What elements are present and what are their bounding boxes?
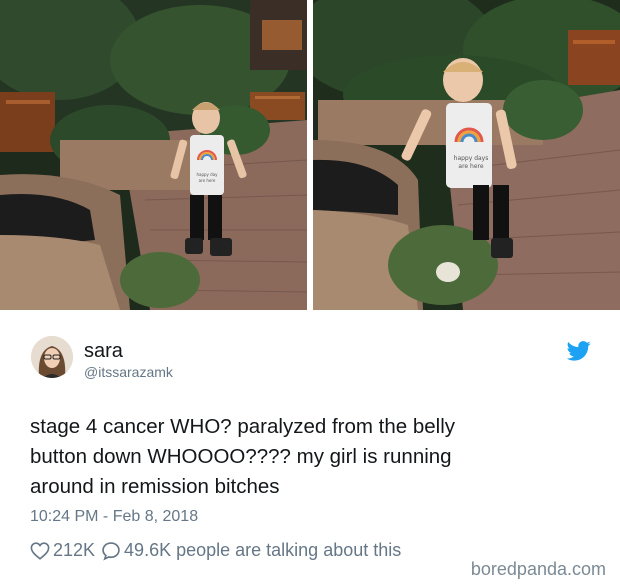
tweet-stats: 212K 49.6K people are talking about this — [30, 540, 401, 561]
tweet-text-line-2: button down WHOOOO???? my girl is runnin… — [30, 445, 452, 468]
user-handle[interactable]: @itssarazamk — [84, 364, 173, 380]
avatar[interactable] — [31, 336, 73, 378]
reply-bubble-icon[interactable] — [101, 541, 121, 561]
photo-left[interactable]: happy day are here — [0, 0, 307, 310]
shirt-text-right-2: are here — [458, 163, 483, 170]
boredpanda-watermark: boredpanda.com — [470, 559, 606, 579]
tweet-text: stage 4 cancer WHO? paralyzed from the b… — [30, 412, 590, 502]
photo-grid: happy day are here happy days are here — [0, 0, 620, 310]
avatar-image — [31, 336, 73, 378]
tweet-text-line-3: around in remission bitches — [30, 475, 280, 498]
tweet-timestamp[interactable]: 10:24 PM - Feb 8, 2018 — [30, 508, 198, 526]
shirt-text-right-1: happy days — [454, 155, 489, 162]
tweet-text-line-1: stage 4 cancer WHO? paralyzed from the b… — [30, 415, 455, 438]
shirt-text-left-2: are here — [199, 178, 216, 183]
garden-photo-left: happy day are here — [0, 0, 307, 310]
display-name[interactable]: sara — [84, 340, 123, 363]
photo-right[interactable]: happy days are here — [313, 0, 620, 310]
heart-icon[interactable] — [30, 541, 50, 560]
like-count[interactable]: 212K — [53, 540, 95, 561]
shirt-text-left-1: happy day — [196, 172, 218, 177]
people-talking[interactable]: 49.6K people are talking about this — [124, 540, 401, 561]
garden-photo-right: happy days are here — [313, 0, 620, 310]
twitter-bird-icon[interactable] — [567, 341, 591, 361]
